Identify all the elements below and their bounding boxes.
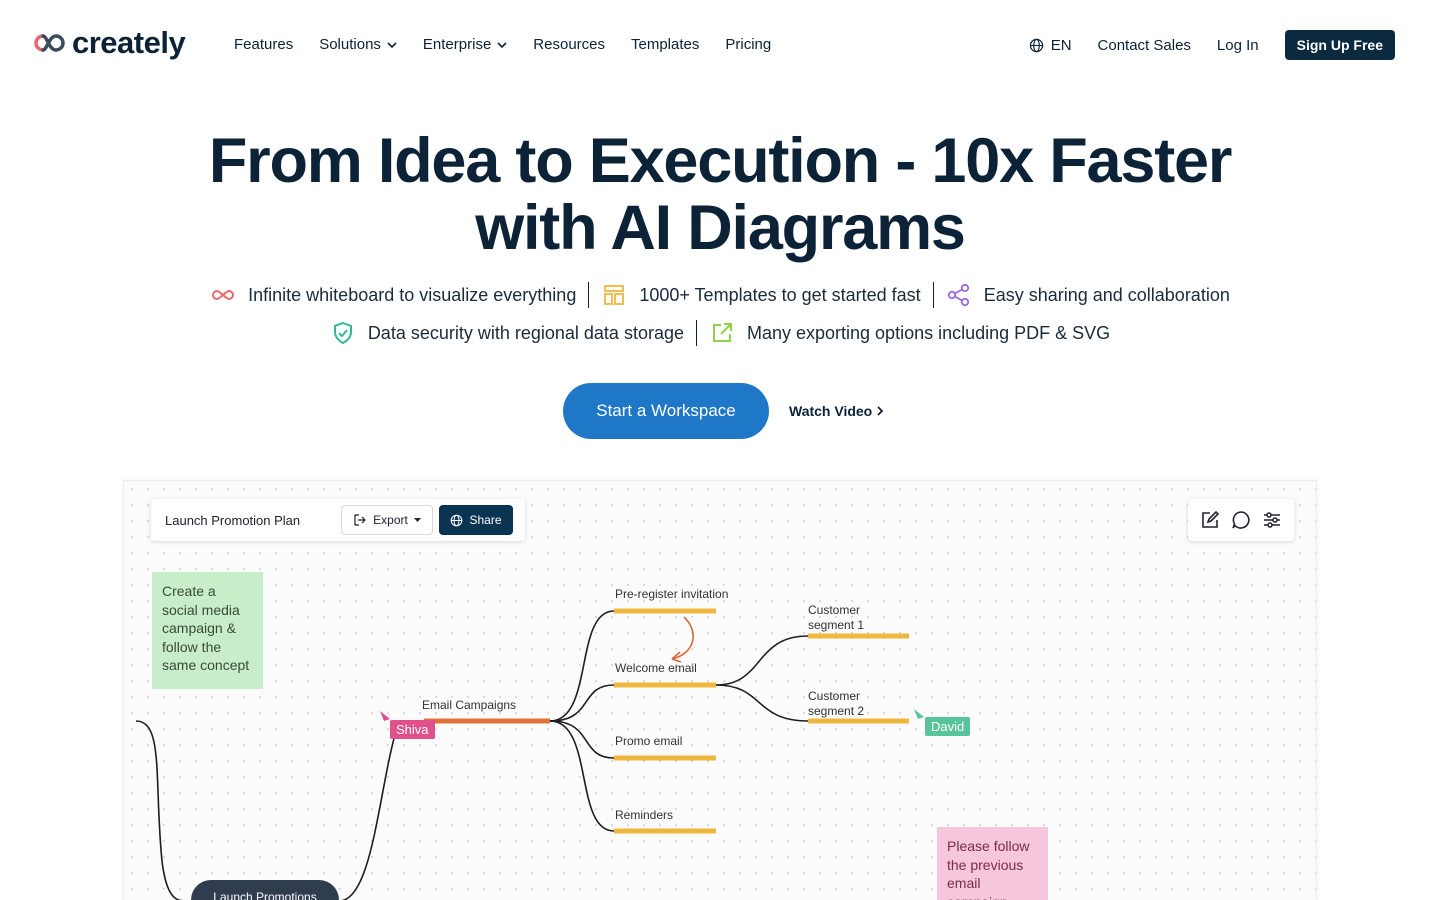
feature-infinite-whiteboard: Infinite whiteboard to visualize everyth… [198,282,588,308]
signup-button[interactable]: Sign Up Free [1284,30,1395,60]
menu-features[interactable]: Features [234,34,293,56]
menu-label: Features [234,36,294,53]
feature-exporting: Many exporting options including PDF & S… [697,320,1122,346]
templates-icon [604,285,625,305]
infinity-icon [212,289,235,301]
menu-label: Pricing [725,36,772,53]
menu-label: Resources [533,36,605,53]
language-label: EN [1050,36,1072,54]
globe-icon [451,514,463,526]
document-title[interactable]: Launch Promotion Plan [165,513,341,528]
node-line: segment 2 [808,703,865,718]
canvas-toolbar: Launch Promotion Plan Export Share [151,499,525,541]
export-button[interactable]: Export [341,505,433,535]
features-row-1: Infinite whiteboard to visualize everyth… [0,282,1440,308]
globe-icon [1029,38,1043,52]
export-arrow-icon [354,514,367,526]
caret-down-icon [413,517,421,522]
node-line: Customer [808,603,861,617]
sticky-note-pink[interactable]: Please follow the previous email campaig… [937,827,1048,900]
top-navigation: creately Features Solutions Enterprise R… [0,0,1440,90]
node-line: segment 1 [808,617,865,632]
menu-templates[interactable]: Templates [631,34,699,56]
main-menu: Features Solutions Enterprise Resources … [234,34,771,56]
contact-sales-link[interactable]: Contact Sales [1098,37,1191,54]
watch-video-link[interactable]: Watch Video [789,403,885,419]
menu-solutions[interactable]: Solutions [319,34,397,56]
node-pre-register[interactable]: Pre-register invitation [615,587,728,602]
export-icon [712,323,732,342]
node-launch-promotions[interactable]: Launch Promotions [191,880,339,900]
shield-check-icon [333,321,352,345]
sticky-note-green[interactable]: Create a social media campaign & follow … [152,572,263,689]
node-promo-email[interactable]: Promo email [615,734,682,749]
menu-label: Solutions [319,36,381,53]
nav-actions: EN Contact Sales Log In Sign Up Free [1029,30,1395,60]
feature-text: Infinite whiteboard to visualize everyth… [248,284,577,305]
collaborator-cursor-david: David [925,717,971,736]
share-button[interactable]: Share [439,505,513,535]
cursor-pointer-david [914,709,924,719]
logo-mark-icon [34,34,65,52]
share-label: Share [469,513,502,527]
hero-title-line-2: with AI Diagrams [475,193,966,263]
menu-label: Templates [631,36,700,53]
feature-templates: 1000+ Templates to get started fast [589,282,932,308]
language-selector[interactable]: EN [1029,37,1072,54]
node-customer-segment-1[interactable]: Customer segment 1 [808,603,864,632]
canvas-right-tools [1188,499,1294,541]
relation-arrow [671,616,694,660]
menu-enterprise[interactable]: Enterprise [423,34,507,56]
menu-resources[interactable]: Resources [533,34,605,56]
diagram-canvas-preview[interactable]: Launch Promotion Plan Export Share Creat… [123,480,1317,900]
creately-logo[interactable]: creately [32,25,186,60]
chevron-down-icon [387,42,397,49]
export-label: Export [373,513,408,527]
edit-icon[interactable] [1199,509,1221,531]
node-reminders[interactable]: Reminders [615,808,673,823]
mind-map-connectors [135,608,924,900]
chevron-down-icon [497,42,507,49]
start-workspace-button[interactable]: Start a Workspace [563,383,769,439]
node-line: Customer [808,689,861,703]
feature-text: 1000+ Templates to get started fast [639,284,921,305]
node-customer-segment-2[interactable]: Customer segment 2 [808,689,864,718]
features-row-2: Data security with regional data storage… [0,320,1440,346]
hero-actions: Start a Workspace Watch Video [563,383,885,439]
node-email-campaigns[interactable]: Email Campaigns [422,698,516,713]
collaborator-cursor-shiva: Shiva [390,720,435,739]
feature-security: Data security with regional data storage [318,320,696,346]
login-link[interactable]: Log In [1217,37,1259,54]
hero-title: From Idea to Execution - 10x Faster with… [0,128,1440,262]
feature-sharing: Easy sharing and collaboration [934,282,1242,308]
share-nodes-icon [947,283,969,307]
settings-sliders-icon[interactable] [1261,509,1283,531]
node-welcome-email[interactable]: Welcome email [615,661,697,676]
feature-text: Many exporting options including PDF & S… [746,322,1111,343]
hero-title-line-1: From Idea to Execution - 10x Faster [208,126,1232,196]
connector-root-email [339,720,400,900]
watch-video-label: Watch Video [789,403,873,419]
logo-text: creately [72,25,186,60]
chevron-right-icon [877,406,884,416]
feature-text: Data security with regional data storage [367,322,684,343]
menu-pricing[interactable]: Pricing [725,34,771,56]
feature-text: Easy sharing and collaboration [983,284,1230,305]
comment-icon[interactable] [1230,509,1252,531]
connector-root-left [135,720,192,900]
menu-label: Enterprise [422,36,492,53]
cursor-pointer-shiva [380,711,390,721]
